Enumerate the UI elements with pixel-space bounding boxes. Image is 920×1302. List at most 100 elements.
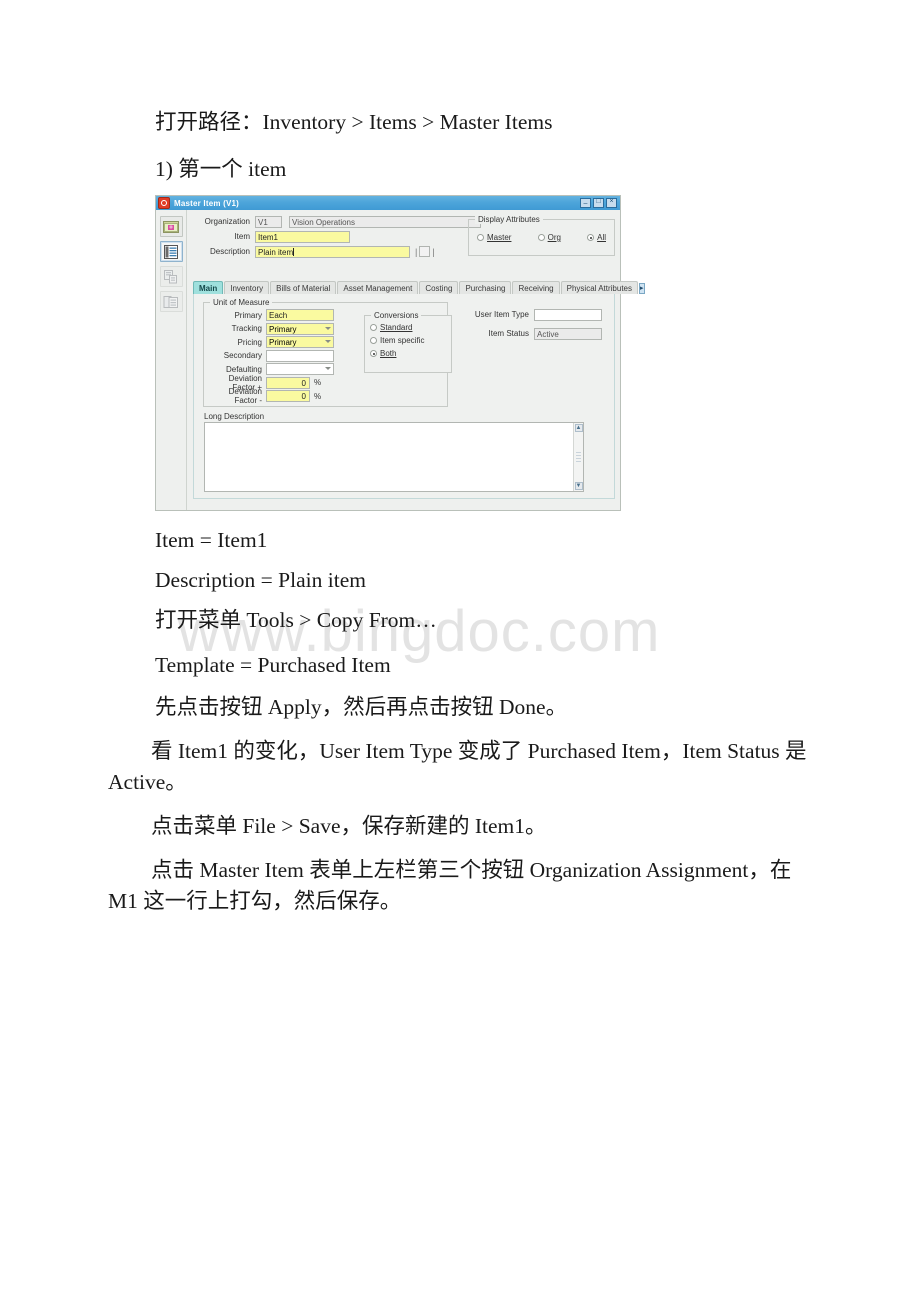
radio-master-dot [477, 234, 484, 241]
description-value: Plain item [258, 247, 294, 257]
display-attributes-group: Display Attributes Master Org All [468, 215, 615, 256]
oracle-forms-icon [158, 197, 170, 209]
maximize-button[interactable]: □ [593, 198, 604, 208]
scroll-grip[interactable] [576, 452, 581, 462]
radio-org-label: Org [547, 233, 561, 242]
doc-line-description: Description = Plain item [155, 568, 366, 592]
long-description-scrollbar[interactable]: ▲ ▼ [573, 423, 583, 491]
radio-both[interactable]: Both [370, 349, 451, 358]
document-page: www.bingdoc.com 打开路径：Inventory > Items >… [0, 0, 920, 1302]
radio-item-specific-label: Item specific [380, 336, 425, 345]
minimize-button[interactable]: – [580, 198, 591, 208]
uom-pricing-combo[interactable]: Primary [266, 336, 334, 348]
uom-tracking-combo[interactable]: Primary [266, 322, 334, 335]
item-catalog-icon[interactable] [159, 216, 183, 237]
item-status-field[interactable]: Active [534, 327, 602, 340]
doc-line-apply-done: 先点击按钮 Apply，然后再点击按钮 Done。 [155, 695, 568, 719]
attributes-glyph [163, 295, 178, 308]
doc-para-item-type-change: 看 Item1 的变化，User Item Type 变成了 Purchased… [108, 739, 807, 794]
deviation-minus-label: Deviation Factor - [228, 387, 262, 405]
radio-master[interactable]: Master [477, 233, 511, 242]
radio-master-label: Master [487, 233, 512, 242]
uom-row-primary: Primary Each [208, 309, 338, 321]
display-attributes-radios: Master Org All [469, 220, 614, 255]
scroll-down-icon[interactable]: ▼ [574, 482, 583, 490]
tab-purchasing[interactable]: Purchasing [459, 281, 512, 294]
tab-main[interactable]: Main [193, 281, 224, 294]
uom-defaulting-label: Defaulting [225, 364, 262, 374]
deviation-minus-field[interactable]: 0 [266, 390, 310, 402]
text-caret [293, 247, 295, 256]
conversions-title: Conversions [371, 311, 422, 320]
right-fields-group: User Item Type Item Status Active [462, 308, 602, 346]
form-main-area: Organization V1 Vision Operations Item I… [187, 210, 645, 510]
doc-para-file-save: 点击菜单 File > Save，保存新建的 Item1。 [151, 814, 547, 838]
uom-pricing-label: Pricing [237, 337, 262, 347]
uom-secondary-field[interactable] [266, 349, 334, 362]
uom-row-secondary: Secondary [208, 349, 338, 362]
close-button[interactable]: × [606, 198, 617, 208]
uom-row-deviation-minus: Deviation Factor - 0 % [208, 387, 338, 405]
radio-org-dot [537, 234, 545, 241]
folder-glyph [163, 220, 179, 233]
uom-defaulting-combo[interactable] [266, 363, 334, 375]
organization-assignment-icon[interactable] [159, 266, 183, 287]
item-status-row: Item Status Active [462, 327, 602, 340]
user-item-type-field[interactable] [534, 308, 602, 321]
item-attributes-icon[interactable] [159, 291, 183, 312]
uom-primary-field[interactable]: Each [266, 309, 334, 321]
organization-code-field[interactable]: V1 [255, 215, 282, 228]
radio-both-label: Both [380, 349, 397, 358]
window-title: Master Item (V1) [174, 198, 239, 208]
window-titlebar[interactable]: Master Item (V1) – □ × [156, 196, 620, 210]
tab-scroll-right-icon[interactable]: ▸ [639, 283, 645, 294]
user-item-type-row: User Item Type [462, 308, 602, 321]
conversions-radios: Standard Item specific Both [365, 316, 451, 358]
org-assignment-glyph [164, 269, 177, 283]
radio-both-dot [370, 350, 377, 357]
minimize-icon: – [583, 200, 588, 207]
list-glyph [164, 244, 178, 259]
uom-row-pricing: Pricing Primary [208, 336, 338, 348]
radio-all-label: All [597, 233, 606, 242]
item-field[interactable]: Item1 [255, 230, 350, 243]
tab-physical-attributes[interactable]: Physical Attributes [560, 281, 638, 294]
conversions-group: Conversions Standard Item specific Both [364, 311, 452, 373]
radio-all[interactable]: All [587, 233, 606, 242]
organization-label: Organization [204, 217, 250, 226]
tab-inventory[interactable]: Inventory [224, 281, 270, 294]
description-lov-group: | | [415, 246, 435, 257]
long-description-textarea[interactable] [205, 423, 573, 491]
tab-panel-main: Unit of Measure Primary Each Tracking Pr… [193, 294, 615, 499]
doc-line-open-path: 打开路径：Inventory > Items > Master Items [155, 110, 553, 134]
scroll-up-icon[interactable]: ▲ [574, 424, 583, 432]
description-field[interactable]: Plain item [255, 245, 410, 258]
radio-standard[interactable]: Standard [370, 323, 451, 332]
window-buttons: – □ × [580, 198, 617, 208]
tab-costing[interactable]: Costing [419, 281, 459, 294]
radio-item-specific[interactable]: Item specific [370, 336, 451, 345]
uom-tracking-value: Primary [269, 324, 297, 334]
unit-of-measure-title: Unit of Measure [210, 298, 273, 307]
tab-asset-management[interactable]: Asset Management [337, 281, 419, 294]
tab-bills-of-material[interactable]: Bills of Material [270, 281, 337, 294]
doc-line-tools-copy-from: 打开菜单 Tools > Copy From… [155, 608, 437, 632]
deviation-plus-field[interactable]: 0 [266, 376, 310, 389]
uom-tracking-label: Tracking [231, 324, 262, 333]
doc-para-org-assignment: 点击 Master Item 表单上左栏第三个按钮 Organization A… [108, 858, 792, 913]
close-icon: × [609, 198, 614, 205]
description-label: Description [209, 247, 250, 256]
unit-of-measure-rows: Primary Each Tracking Primary Pricing Pr… [208, 309, 338, 405]
tab-receiving[interactable]: Receiving [512, 281, 560, 294]
doc-line-item: Item = Item1 [155, 528, 268, 552]
lov-button[interactable] [419, 246, 431, 257]
item-list-icon[interactable] [159, 241, 183, 262]
organization-name-field[interactable]: Vision Operations [289, 215, 481, 228]
master-item-window: Master Item (V1) – □ × Organization V1 V… [155, 195, 645, 511]
radio-org[interactable]: Org [537, 233, 561, 242]
long-description-box[interactable]: ▲ ▼ [204, 422, 584, 492]
lov-bracket-left: | [415, 246, 418, 257]
display-attributes-title: Display Attributes [475, 215, 543, 224]
chevron-down-icon [325, 340, 331, 343]
radio-standard-dot [370, 324, 377, 331]
